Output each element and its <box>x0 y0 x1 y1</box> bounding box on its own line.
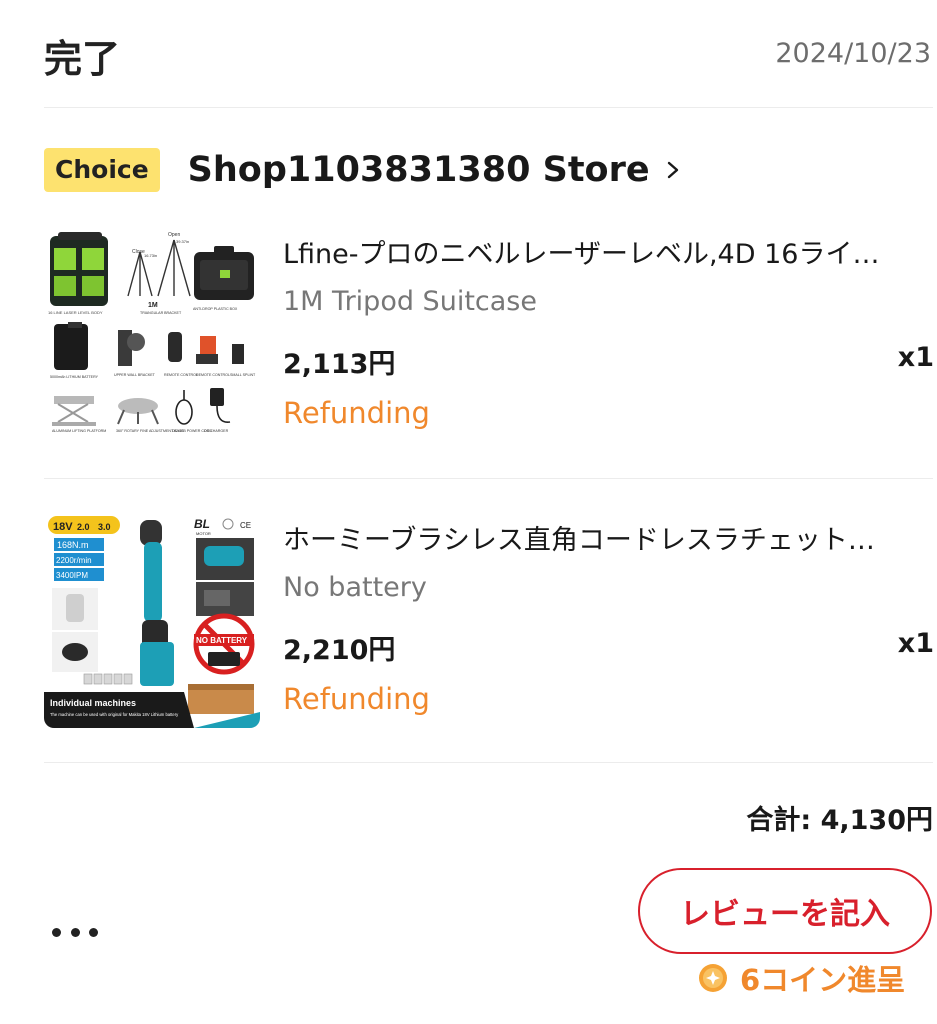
order-item[interactable]: 18V 2.0 3.0 168N.m 2200r/min 3400IPM BL … <box>44 512 934 732</box>
item-divider <box>44 478 933 479</box>
chevron-right-icon[interactable] <box>664 161 682 179</box>
summary-divider <box>44 762 933 763</box>
item-title[interactable]: Lfine-プロのニベルレーザーレベル,4D 16ライ… <box>283 232 923 271</box>
item-title[interactable]: ホーミーブラシレス直角コードレスラチェット… <box>283 518 923 557</box>
charger-graphic <box>210 388 224 406</box>
voltage-v2: 3.0 <box>98 522 111 532</box>
coin-reward-label: 6コイン進呈 <box>740 963 906 997</box>
remote2-graphic <box>200 336 216 356</box>
footer-title: Individual machines <box>50 698 136 708</box>
battery-caption: 5000mAh LITHIUM BATTERY <box>50 375 99 379</box>
order-header: 完了 2024/10/23 <box>0 0 937 108</box>
remote-graphic <box>168 332 182 362</box>
coin-reward: 6コイン進呈 <box>698 958 905 998</box>
spec-torque: 168N.m <box>57 540 89 550</box>
tripod-size: 1M <box>148 302 158 309</box>
order-total: 合計: 4,130円 <box>746 805 933 836</box>
header-divider <box>44 107 933 108</box>
remote-caption: REMOTE CONTROL <box>164 373 198 377</box>
laser-level-unit-graphic <box>50 232 108 306</box>
order-status-title: 完了 <box>44 37 121 81</box>
item-refund-status: Refunding <box>283 682 430 716</box>
store-name[interactable]: Shop1103831380 Store <box>188 150 650 190</box>
item-price: 2,113円 <box>283 349 396 380</box>
more-dots-icon[interactable] <box>52 912 98 952</box>
splint-graphic <box>232 344 244 364</box>
no-battery-label: NO BATTERY <box>196 636 248 645</box>
unit-caption: 16 LINE LASER LEVEL BODY <box>48 310 103 315</box>
order-date: 2024/10/23 <box>775 38 931 69</box>
laser-level-kit-image[interactable]: 16 LINE LASER LEVEL BODY Close 16.73in O… <box>44 226 260 442</box>
spec-ipm: 3400IPM <box>56 571 88 580</box>
ratchet-wrench-image[interactable]: 18V 2.0 3.0 168N.m 2200r/min 3400IPM BL … <box>44 512 260 728</box>
item-refund-status: Refunding <box>283 396 430 430</box>
remote2-caption: REMOTE CONTROL <box>196 373 230 377</box>
write-review-button[interactable]: レビューを記入 <box>638 868 932 954</box>
voltage-label: 18V <box>53 521 73 533</box>
box-caption: ANTI-DROP PLASTIC BOX <box>193 307 238 311</box>
store-row[interactable]: Choice Shop1103831380 Store <box>44 146 682 194</box>
item-quantity: x1 <box>897 342 934 373</box>
coin-icon <box>699 964 727 992</box>
charger-caption: DC CHARGER <box>204 429 229 433</box>
open-length: 39.37in <box>176 239 189 244</box>
spec-rpm: 2200r/min <box>56 556 92 565</box>
battery-graphic <box>54 324 88 370</box>
suitcase-graphic <box>194 246 254 300</box>
footer-subtitle: The machine can be used with original fo… <box>50 712 179 717</box>
motor-label: MOTOR <box>196 531 211 536</box>
bl-badge: BL <box>194 517 210 531</box>
sockets-graphic <box>83 673 133 685</box>
item-variant: 1M Tripod Suitcase <box>283 286 537 317</box>
bracket-caption: UPPER WALL BRACKET <box>114 373 156 377</box>
ce-mark: CE <box>240 521 251 530</box>
splint-caption: SMALL SPLINT <box>230 373 256 377</box>
choice-badge: Choice <box>44 148 160 192</box>
close-length: 16.73in <box>144 253 157 258</box>
voltage-v1: 2.0 <box>77 522 90 532</box>
item-quantity: x1 <box>897 628 934 659</box>
tripod-caption: TRIANGULAR BRACKET <box>140 311 182 315</box>
order-item[interactable]: 16 LINE LASER LEVEL BODY Close 16.73in O… <box>44 226 934 446</box>
item-price: 2,210円 <box>283 635 396 666</box>
item-variant: No battery <box>283 572 427 603</box>
platform-caption: ALUMINUM LIFTING PLATFORM <box>52 429 106 433</box>
open-label: Open <box>168 232 180 238</box>
